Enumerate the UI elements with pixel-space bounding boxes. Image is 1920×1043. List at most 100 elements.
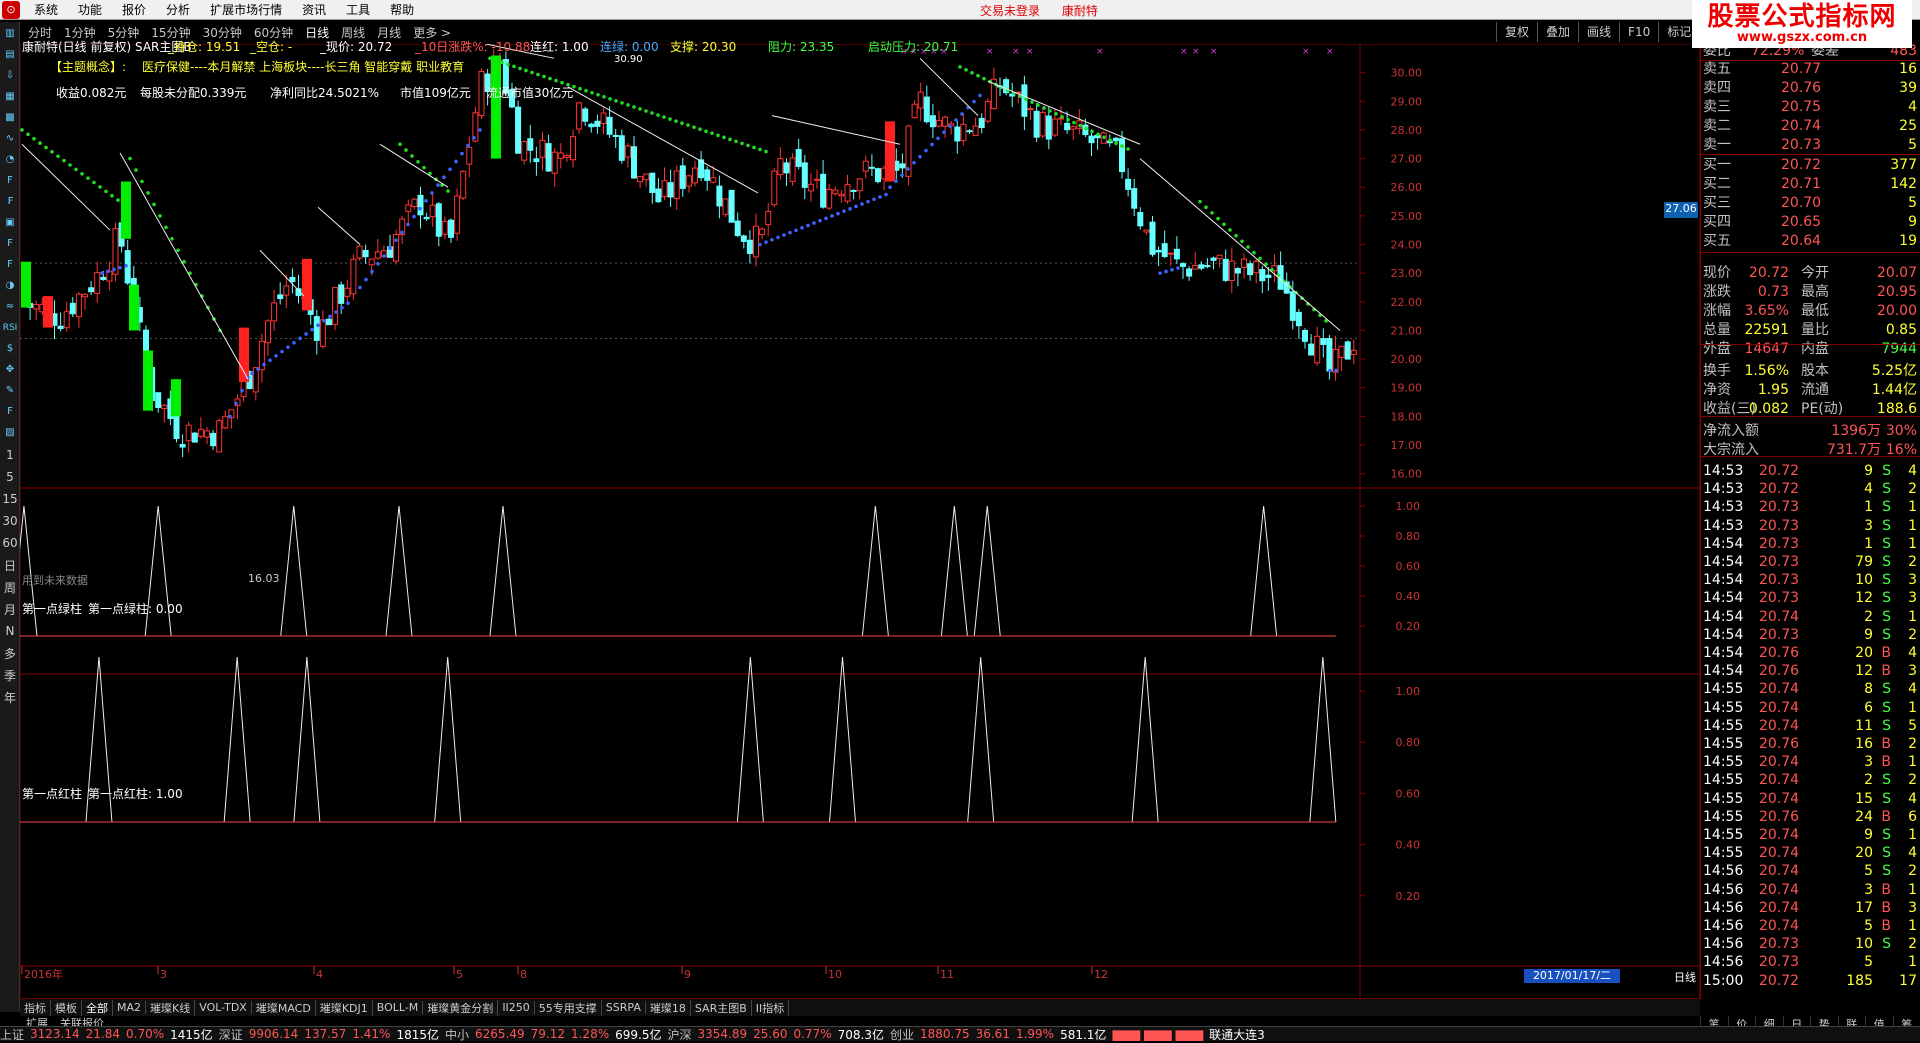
fz-icon[interactable]: F — [1, 234, 19, 253]
server-name[interactable]: 联通大连3 — [1209, 1026, 1265, 1043]
bid-price: 20.71 — [1781, 175, 1821, 193]
pen-icon[interactable]: ✎ — [1, 381, 19, 400]
menu-system[interactable]: 系统 — [24, 1, 68, 18]
left-period-9[interactable]: 多 — [0, 642, 20, 664]
tick-row: 14:5620.745S2 — [1701, 862, 1920, 880]
index-change: 21.84 — [86, 1027, 120, 1041]
tick-count: 17 — [1899, 972, 1917, 990]
kline-chart-area[interactable]: 30.0029.0028.0027.0026.0025.0024.0023.00… — [20, 44, 1700, 999]
index-name[interactable]: 创业 — [890, 1026, 914, 1043]
candle-body — [754, 226, 759, 257]
RSI-icon[interactable]: RSI — [1, 318, 19, 337]
sar-dot-up — [406, 223, 410, 227]
ask-vol: 39 — [1899, 79, 1917, 97]
index-name[interactable]: 中小 — [445, 1026, 469, 1043]
left-period-1[interactable]: 5 — [0, 466, 20, 488]
toolbar-btn-1[interactable]: 叠加 — [1537, 22, 1578, 42]
left-period-8[interactable]: N — [0, 620, 20, 642]
tab-7[interactable]: 璀璨KDJ1 — [316, 1000, 373, 1016]
candle-body — [223, 416, 228, 428]
tick-price: 20.73 — [1759, 953, 1799, 971]
left-period-0[interactable]: 1 — [0, 444, 20, 466]
left-period-6[interactable]: 周 — [0, 576, 20, 598]
menu-info[interactable]: 资讯 — [292, 1, 336, 18]
menu-analysis[interactable]: 分析 — [156, 1, 200, 18]
menu-ext-market[interactable]: 扩展市场行情 — [200, 1, 292, 18]
left-period-2[interactable]: 15 — [0, 488, 20, 510]
candle-body — [876, 169, 881, 182]
bars-icon[interactable]: ▦ — [1, 87, 19, 106]
menu-function[interactable]: 功能 — [68, 1, 112, 18]
tab-12[interactable]: SSRPA — [602, 1001, 646, 1014]
green-streak-indicator: 连绿: 0.00 — [600, 38, 659, 55]
tab-2[interactable]: 全部 — [82, 1000, 113, 1016]
left-period-5[interactable]: 日 — [0, 554, 20, 576]
chart-svg[interactable]: 30.0029.0028.0027.0026.0025.0024.0023.00… — [20, 44, 1700, 999]
line-icon[interactable]: ∿ — [1, 129, 19, 148]
tick-time: 14:55 — [1703, 699, 1743, 717]
left-period-3[interactable]: 30 — [0, 510, 20, 532]
candle-body — [89, 288, 94, 292]
pie-icon[interactable]: ◑ — [1, 276, 19, 295]
tab-4[interactable]: 璀璨K线 — [146, 1000, 195, 1016]
left-period-11[interactable]: 年 — [0, 686, 20, 708]
s-icon[interactable]: $ — [1, 339, 19, 358]
toolbar-btn-2[interactable]: 画线 — [1578, 22, 1619, 42]
signal-marker: × — [1326, 47, 1334, 57]
index-name[interactable]: 沪深 — [667, 1026, 691, 1043]
fin-icon[interactable]: ₣ — [1, 192, 19, 211]
tab-6[interactable]: 璀璨MACD — [252, 1000, 316, 1016]
fs-icon[interactable]: F — [1, 402, 19, 421]
candle-body — [747, 240, 752, 253]
sar-dot-up — [228, 415, 232, 419]
candle-body — [656, 189, 661, 202]
f10-icon[interactable]: F — [1, 171, 19, 190]
toolbar-btn-0[interactable]: 复权 — [1496, 22, 1537, 42]
move-icon[interactable]: ✥ — [1, 360, 19, 379]
tab-0[interactable]: 指标 — [20, 1000, 51, 1016]
left-period-4[interactable]: 60 — [0, 532, 20, 554]
sar-dot-up — [930, 143, 934, 147]
chart-icon[interactable]: ▨ — [1, 423, 19, 442]
stat-label: 涨跌 — [1703, 283, 1731, 301]
tick-row: 14:5420.7312S3 — [1701, 589, 1920, 607]
tab-9[interactable]: 璀璨黄金分割 — [423, 1000, 498, 1016]
fil-icon[interactable]: F — [1, 255, 19, 274]
index-name[interactable]: 深证 — [219, 1026, 243, 1043]
index-change: 79.12 — [531, 1027, 565, 1041]
tick-vol: 9 — [1864, 826, 1873, 844]
toolbar-btn-3[interactable]: F10 — [1619, 22, 1658, 42]
price-tick-label: 30.00 — [1391, 67, 1423, 80]
menu-tools[interactable]: 工具 — [336, 1, 380, 18]
tick-vol: 24 — [1855, 808, 1873, 826]
wave-icon[interactable]: ≈ — [1, 297, 19, 316]
left-period-10[interactable]: 季 — [0, 664, 20, 686]
tick-time: 14:54 — [1703, 535, 1743, 553]
ask-label: 卖五 — [1703, 60, 1731, 78]
tick-vol: 11 — [1855, 717, 1873, 735]
sar-dot-down — [404, 148, 408, 152]
index-name[interactable]: 上证 — [0, 1026, 24, 1043]
circle-icon[interactable]: ◔ — [1, 150, 19, 169]
left-period-7[interactable]: 月 — [0, 598, 20, 620]
signal-marker: × — [1180, 47, 1188, 57]
tab-11[interactable]: 55专用支撑 — [535, 1000, 602, 1016]
tab-10[interactable]: II250 — [498, 1001, 534, 1014]
tab-3[interactable]: MA2 — [113, 1001, 146, 1014]
tab-14[interactable]: SAR主图B — [691, 1000, 752, 1016]
tab-5[interactable]: VOL-TDX — [195, 1001, 252, 1014]
tab-15[interactable]: II指标 — [752, 1000, 790, 1016]
lock-icon[interactable]: ⇩ — [1, 66, 19, 85]
sheet-icon[interactable]: ▣ — [1, 213, 19, 232]
grid-icon[interactable]: ▩ — [1, 108, 19, 127]
tick-row: 14:5520.7415S4 — [1701, 790, 1920, 808]
tab-8[interactable]: BOLL-M — [373, 1001, 424, 1014]
k-icon[interactable]: ▥ — [1, 24, 19, 43]
trade-login-link[interactable]: 交易未登录 — [980, 4, 1040, 18]
tab-13[interactable]: 璀璨18 — [646, 1000, 691, 1016]
k2-icon[interactable]: ▤ — [1, 45, 19, 64]
menu-help[interactable]: 帮助 — [380, 1, 424, 18]
menu-quote[interactable]: 报价 — [112, 1, 156, 18]
candle-body — [211, 433, 216, 445]
tab-1[interactable]: 模板 — [51, 1000, 82, 1016]
